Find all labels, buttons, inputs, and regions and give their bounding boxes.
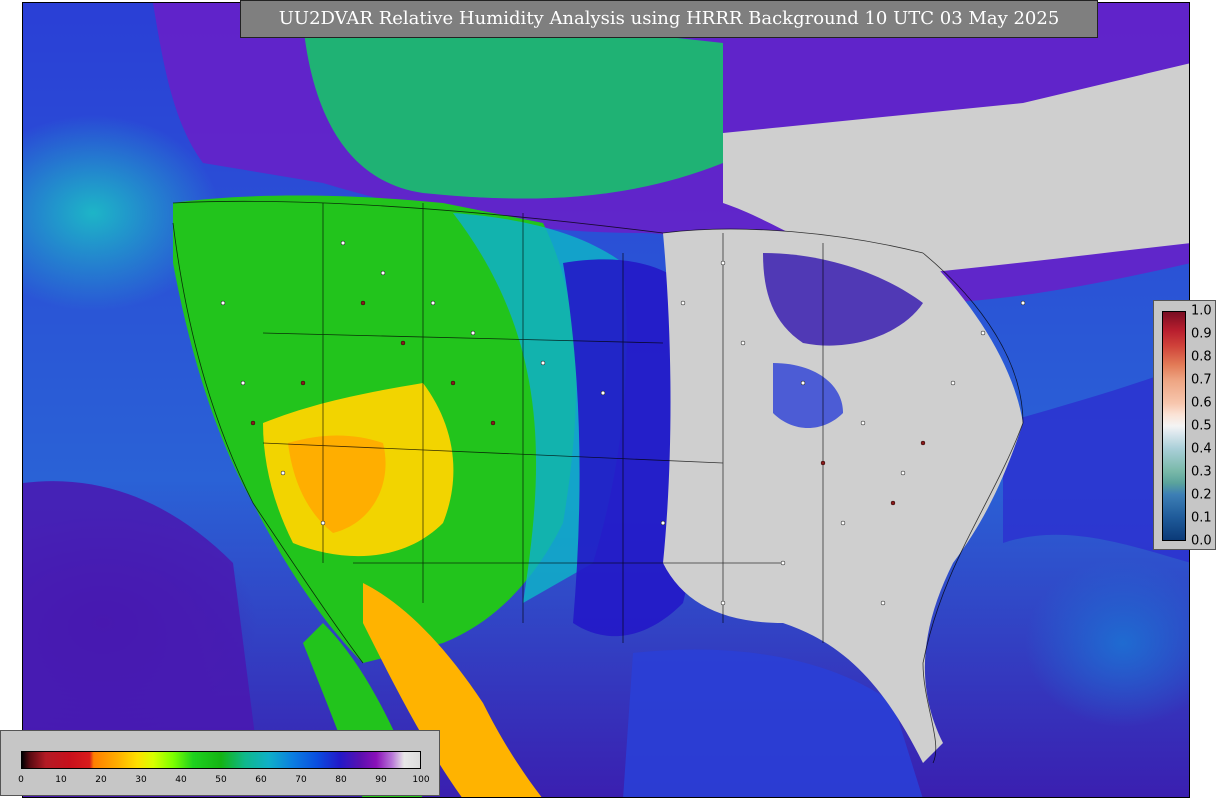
- side-tick-0-9: 0.9: [1191, 326, 1212, 342]
- rh-colorbar-strip: [21, 751, 421, 769]
- side-tick-0-7: 0.7: [1191, 372, 1212, 388]
- side-tick-0-4: 0.4: [1191, 441, 1212, 457]
- rh-tick-30: 30: [135, 775, 147, 785]
- rh-tick-80: 80: [335, 775, 347, 785]
- side-tick-0-0: 0.0: [1191, 533, 1212, 549]
- rh-tick-20: 20: [95, 775, 107, 785]
- map-title: UU2DVAR Relative Humidity Analysis using…: [240, 0, 1098, 38]
- side-tick-1-0: 1.0: [1191, 303, 1212, 319]
- side-tick-0-5: 0.5: [1191, 418, 1212, 434]
- rh-tick-50: 50: [215, 775, 227, 785]
- rh-tick-60: 60: [255, 775, 267, 785]
- rh-tick-100: 100: [412, 775, 430, 785]
- side-tick-0-2: 0.2: [1191, 487, 1212, 503]
- side-tick-0-6: 0.6: [1191, 395, 1212, 411]
- observation-colorbar: 1.0 0.9 0.8 0.7 0.6 0.5 0.4 0.3 0.2 0.1 …: [1153, 300, 1216, 550]
- map-figure: UU2DVAR Relative Humidity Analysis using…: [0, 0, 1216, 800]
- rh-tick-40: 40: [175, 775, 187, 785]
- side-tick-0-3: 0.3: [1191, 464, 1212, 480]
- rh-tick-90: 90: [375, 775, 387, 785]
- map-canvas: [23, 3, 1189, 797]
- rh-tick-70: 70: [295, 775, 307, 785]
- rh-tick-0: 0: [18, 775, 24, 785]
- rh-tick-10: 10: [55, 775, 67, 785]
- side-tick-0-8: 0.8: [1191, 349, 1212, 365]
- observation-colorbar-strip: [1162, 311, 1186, 541]
- side-tick-0-1: 0.1: [1191, 510, 1212, 526]
- rh-analysis-map: [22, 2, 1190, 798]
- rh-colorbar: 0 10 20 30 40 50 60 70 80 90 100: [0, 730, 440, 796]
